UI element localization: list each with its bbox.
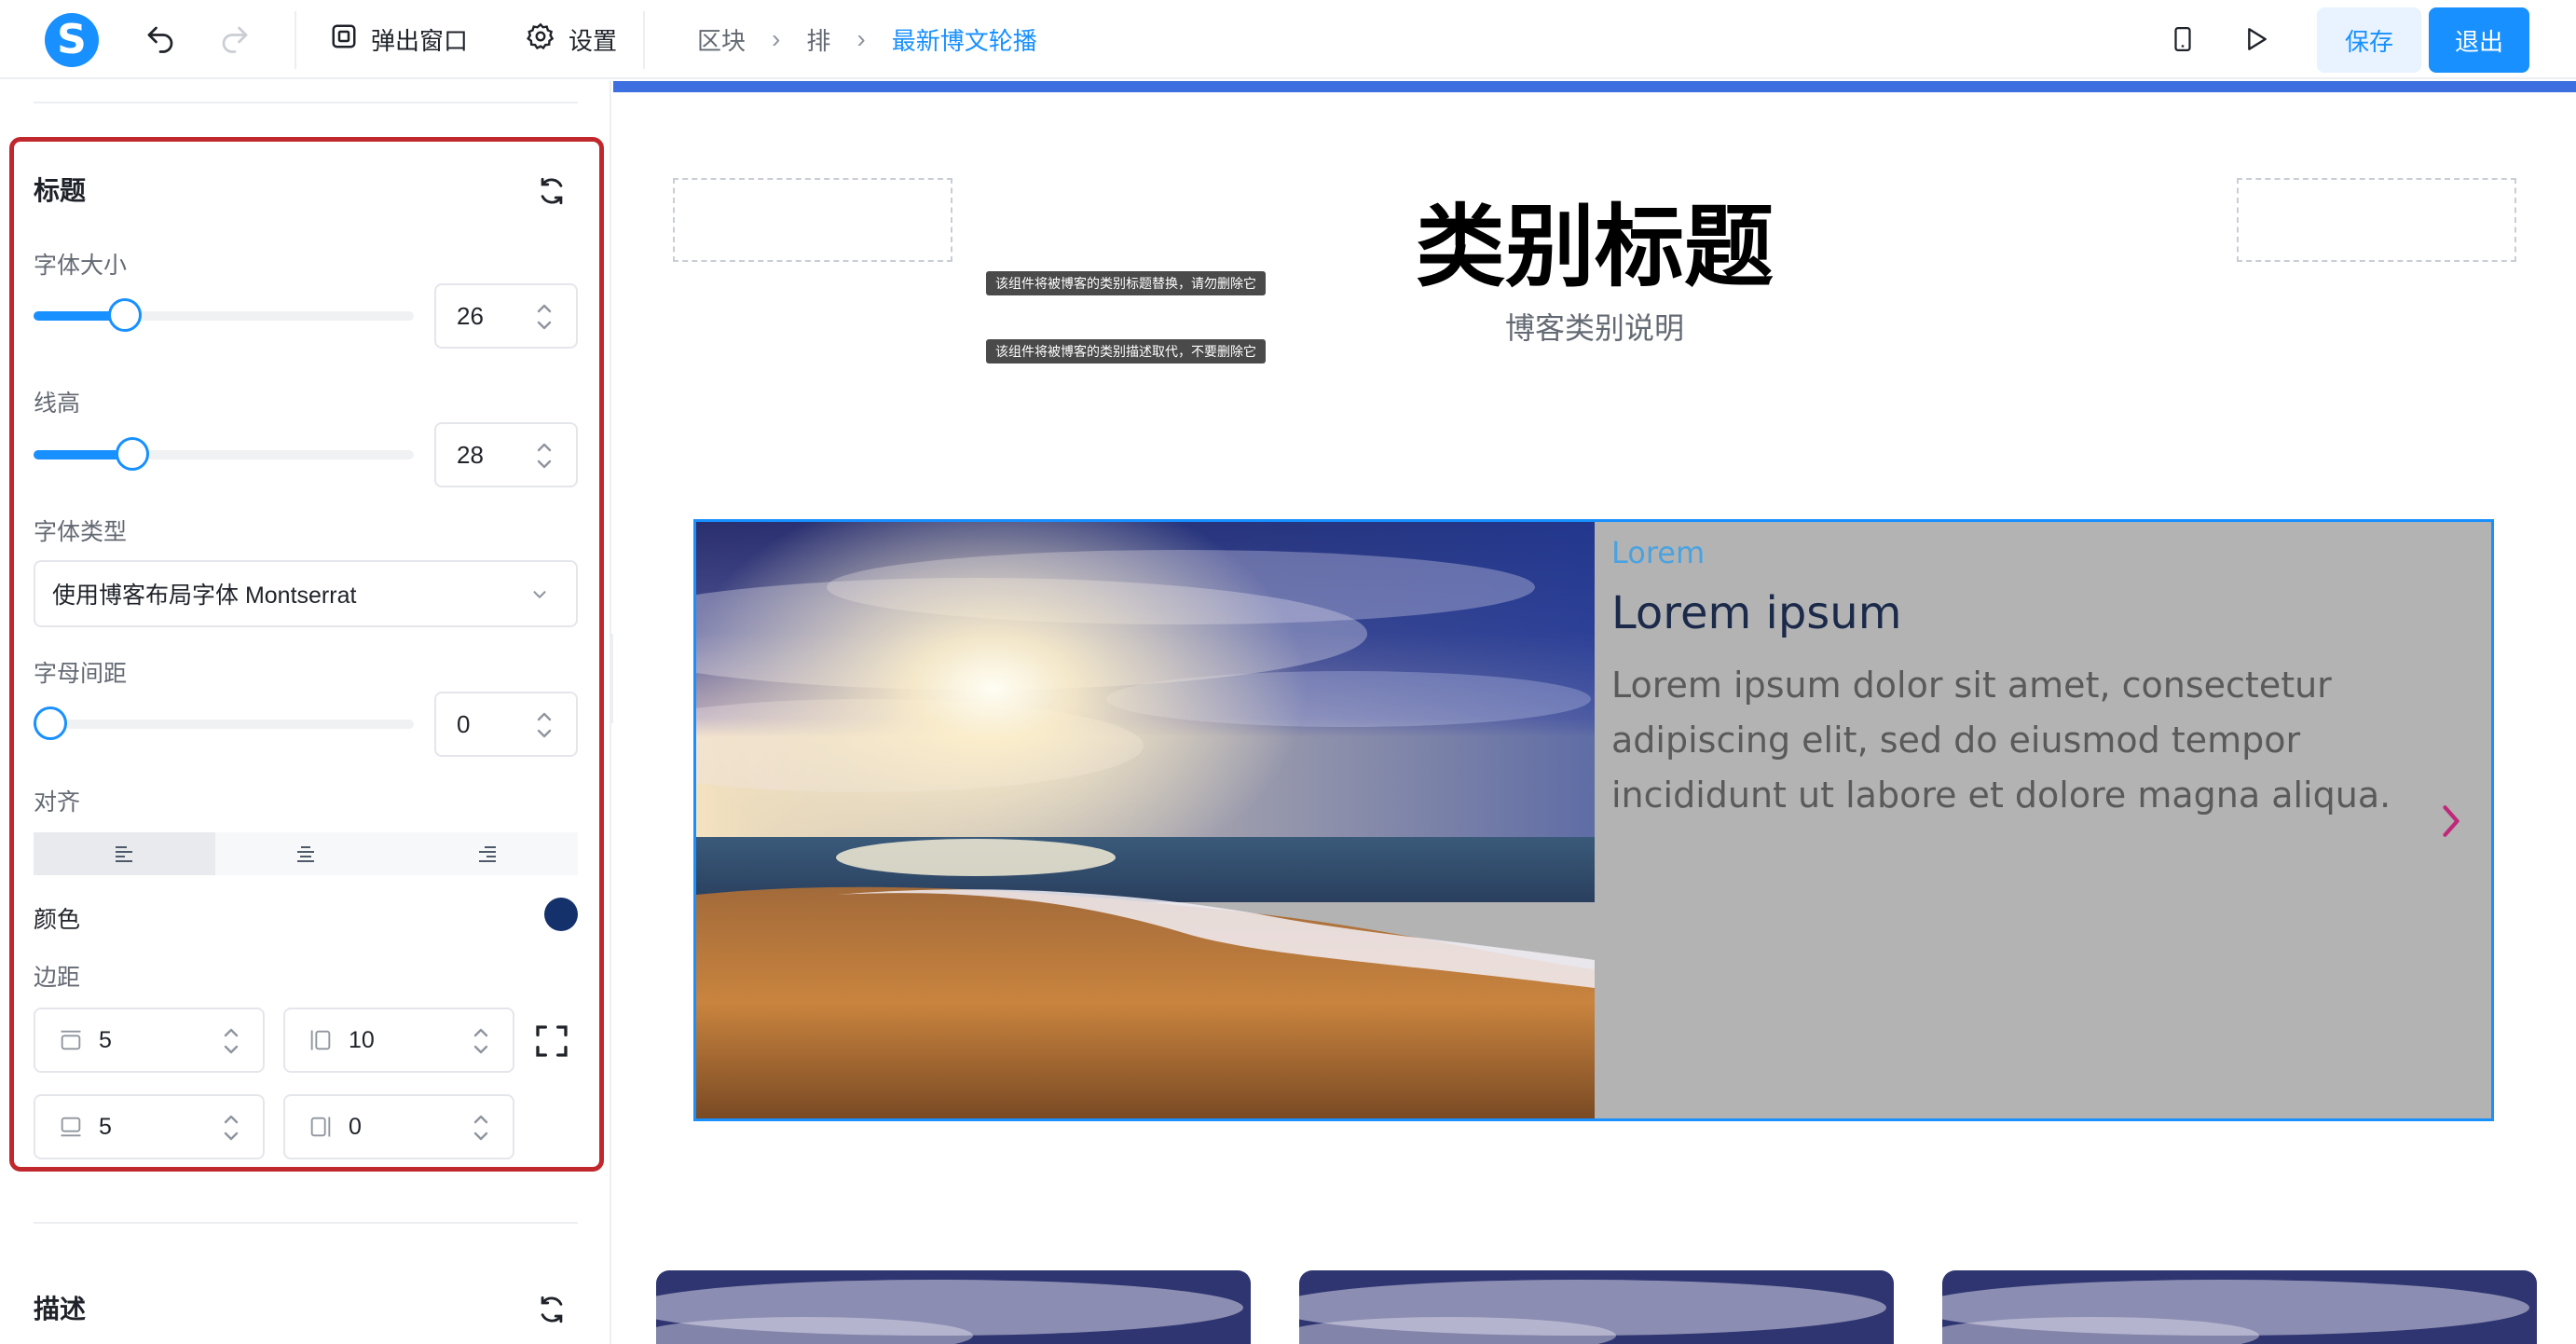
page-canvas: 类别标题 博客类别说明 该组件将被博客的类别标题替换，请勿删除它 该组件将被博客…: [613, 81, 2576, 1344]
play-preview-icon[interactable]: [2237, 21, 2274, 58]
stepper-icon[interactable]: [533, 296, 555, 337]
editor-app: S 弹出窗口 设置 区块 › 排 › 最新博文轮播 保存 退出 标题 字体大小 …: [0, 0, 2576, 1344]
chevron-right-icon: ›: [856, 24, 866, 53]
letter-spacing-slider[interactable]: [34, 706, 414, 740]
title-replace-notice: 该组件将被博客的类别标题替换，请勿删除它: [986, 271, 1266, 295]
align-segmented-control: [34, 832, 578, 875]
color-swatch[interactable]: [544, 898, 578, 931]
slide-category[interactable]: Lorem: [1611, 535, 2469, 570]
font-size-input[interactable]: 26: [434, 283, 578, 349]
letter-spacing-value: 0: [457, 709, 471, 738]
reset-icon[interactable]: [533, 172, 570, 210]
reset-icon[interactable]: [533, 1291, 570, 1328]
color-label: 颜色: [34, 907, 81, 933]
divider: [34, 1222, 578, 1224]
chevron-right-icon[interactable]: [2442, 804, 2460, 838]
letter-spacing-label: 字母间距: [34, 661, 128, 687]
align-center-option[interactable]: [215, 832, 397, 875]
padding-left-input[interactable]: 10: [283, 1008, 514, 1073]
expand-icon[interactable]: [533, 1022, 570, 1060]
blog-card-thumbnail[interactable]: [1942, 1270, 2537, 1344]
stepper-icon[interactable]: [220, 1107, 242, 1148]
category-title[interactable]: 类别标题: [613, 174, 2576, 304]
stepper-icon[interactable]: [470, 1107, 492, 1148]
breadcrumb-item-block[interactable]: 区块: [697, 22, 746, 57]
undo-icon[interactable]: [142, 21, 179, 58]
align-right-icon: [478, 846, 496, 862]
toolbar-divider: [295, 11, 296, 69]
align-left-option[interactable]: [34, 832, 215, 875]
canvas-top-stripe: [613, 81, 2576, 92]
category-description[interactable]: 博客类别说明: [613, 305, 2576, 348]
save-button[interactable]: 保存: [2317, 7, 2421, 73]
padding-top-value: 5: [99, 1026, 112, 1053]
toolbar-divider: [643, 11, 645, 69]
breadcrumb-item-current[interactable]: 最新博文轮播: [892, 22, 1037, 57]
popup-label: 弹出窗口: [371, 26, 469, 55]
font-type-value: 使用博客布局字体 Montserrat: [52, 583, 357, 609]
slider-handle[interactable]: [34, 706, 67, 740]
settings-label: 设置: [569, 26, 618, 55]
stepper-icon[interactable]: [533, 705, 555, 746]
breadcrumb: 区块 › 排 › 最新博文轮播: [697, 17, 1037, 62]
blog-card-thumbnail[interactable]: [656, 1270, 1251, 1344]
line-height-slider[interactable]: [34, 437, 414, 471]
align-left-icon: [116, 846, 133, 862]
padding-top-input[interactable]: 5: [34, 1008, 265, 1073]
popup-icon: [330, 22, 358, 57]
blog-carousel[interactable]: Lorem Lorem ipsum Lorem ipsum dolor sit …: [693, 519, 2494, 1121]
align-label: 对齐: [34, 789, 81, 816]
app-logo[interactable]: S: [45, 13, 99, 67]
padding-bottom-value: 5: [99, 1113, 112, 1140]
top-toolbar: S 弹出窗口 设置 区块 › 排 › 最新博文轮播 保存 退出: [0, 0, 2576, 79]
mobile-preview-icon[interactable]: [2164, 21, 2201, 58]
chevron-down-icon: [533, 591, 546, 598]
line-height-input[interactable]: 28: [434, 422, 578, 487]
redo-icon[interactable]: [216, 21, 253, 58]
section-desc-heading: 描述: [34, 1295, 87, 1323]
breadcrumb-item-row[interactable]: 排: [806, 22, 830, 57]
font-type-select[interactable]: 使用博客布局字体 Montserrat: [34, 560, 578, 627]
stepper-icon[interactable]: [220, 1021, 242, 1062]
padding-right-icon: [310, 1117, 331, 1137]
font-type-label: 字体类型: [34, 519, 128, 545]
slide-text-block: Lorem Lorem ipsum Lorem ipsum dolor sit …: [1611, 535, 2469, 823]
settings-button[interactable]: 设置: [526, 17, 617, 62]
slide-image: [696, 522, 1595, 1118]
padding-left-icon: [310, 1030, 331, 1050]
padding-top-icon: [61, 1030, 81, 1050]
divider: [34, 102, 578, 103]
section-title-heading: 标题: [34, 176, 87, 205]
line-height-value: 28: [457, 440, 484, 469]
padding-left-value: 10: [349, 1026, 375, 1053]
slide-title[interactable]: Lorem ipsum: [1611, 587, 2469, 639]
padding-right-input[interactable]: 0: [283, 1094, 514, 1159]
font-size-value: 26: [457, 301, 484, 330]
slider-handle[interactable]: [108, 298, 142, 332]
font-size-label: 字体大小: [34, 253, 128, 279]
stepper-icon[interactable]: [470, 1021, 492, 1062]
desc-replace-notice: 该组件将被博客的类别描述取代，不要删除它: [986, 339, 1266, 363]
font-size-slider[interactable]: [34, 298, 414, 332]
slider-handle[interactable]: [116, 437, 149, 471]
padding-label: 边距: [34, 965, 81, 991]
popup-button[interactable]: 弹出窗口: [330, 17, 468, 62]
padding-bottom-input[interactable]: 5: [34, 1094, 265, 1159]
chevron-right-icon: ›: [772, 24, 781, 53]
blog-card-thumbnail[interactable]: [1299, 1270, 1894, 1344]
padding-bottom-icon: [61, 1117, 81, 1137]
exit-button[interactable]: 退出: [2429, 7, 2529, 73]
stepper-icon[interactable]: [533, 435, 555, 476]
align-center-icon: [297, 846, 314, 862]
gear-icon: [526, 21, 555, 58]
padding-right-value: 0: [349, 1113, 362, 1140]
line-height-label: 线高: [34, 391, 81, 417]
slide-excerpt: Lorem ipsum dolor sit amet, consectetur …: [1611, 665, 2391, 816]
settings-panel: 标题 字体大小 26 线高 28 字体类型 使用博客布局字体 Montserra…: [0, 81, 611, 1344]
align-right-option[interactable]: [396, 832, 578, 875]
letter-spacing-input[interactable]: 0: [434, 692, 578, 757]
